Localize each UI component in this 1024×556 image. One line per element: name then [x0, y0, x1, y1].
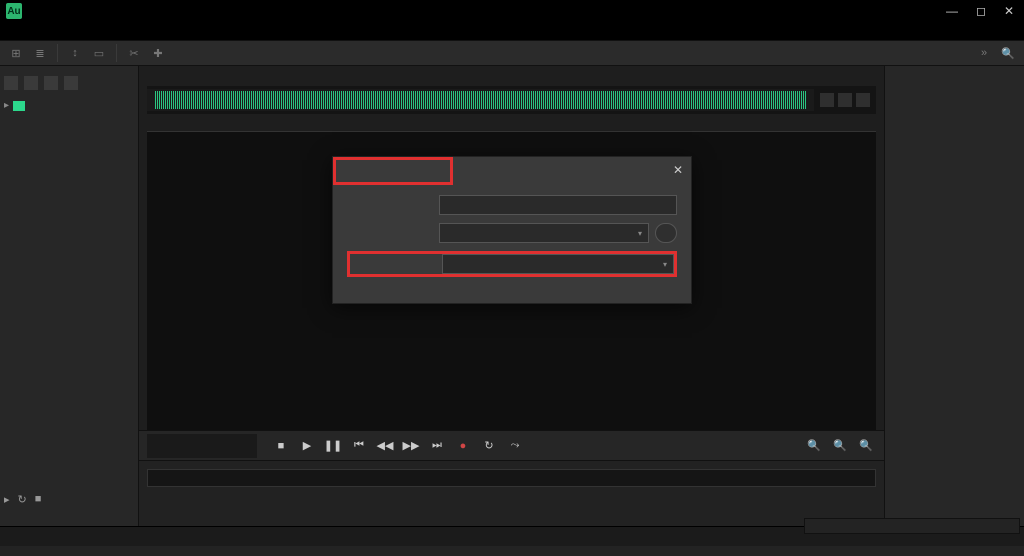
menubar — [0, 22, 1024, 40]
level-meter — [147, 469, 876, 487]
panel-icon[interactable] — [64, 76, 78, 90]
tool-icon[interactable]: ▭ — [89, 43, 109, 63]
right-panel — [884, 66, 1024, 526]
play-button[interactable]: ▶ — [297, 436, 317, 456]
location-select[interactable]: ▾ — [439, 223, 649, 243]
levels-panel — [139, 460, 884, 526]
ov-icon[interactable] — [856, 93, 870, 107]
loop-icon[interactable]: ↻ — [18, 493, 27, 506]
save-as-dialog: ✕ ▾ ▾ — [332, 156, 692, 304]
panel-icon[interactable] — [44, 76, 58, 90]
play-icon[interactable]: ▸ — [4, 493, 10, 506]
browse-button[interactable] — [655, 223, 677, 243]
ov-icon[interactable] — [820, 93, 834, 107]
skip-sel-button[interactable]: ⤳ — [505, 436, 525, 456]
waveform-mode-icon[interactable]: ⊞ — [6, 43, 26, 63]
app-logo-icon: Au — [6, 3, 22, 19]
zoom-icon[interactable]: 🔍 — [856, 436, 876, 456]
stop-button[interactable]: ■ — [271, 436, 291, 456]
stop-icon[interactable]: ■ — [35, 493, 42, 506]
skip-fwd-button[interactable]: ⏭ — [427, 436, 447, 456]
file-list-item[interactable]: ▸ — [4, 98, 134, 113]
waveform-icon — [13, 101, 25, 111]
chevron-down-icon: ▾ — [638, 229, 642, 238]
dialog-close-icon[interactable]: ✕ — [673, 163, 683, 177]
format-select[interactable]: ▾ — [442, 254, 674, 274]
forward-button[interactable]: ▶▶ — [401, 436, 421, 456]
ov-icon[interactable] — [838, 93, 852, 107]
search-icon[interactable]: 🔍 — [998, 43, 1018, 63]
titlebar: Au — ◻ ✕ — [0, 0, 1024, 22]
multitrack-mode-icon[interactable]: ≣ — [30, 43, 50, 63]
skip-back-button[interactable]: ⏮ — [349, 436, 369, 456]
loop-button[interactable]: ↻ — [479, 436, 499, 456]
selection-info — [804, 518, 1020, 534]
files-panel: ▸ ▸ ↻ ■ — [0, 66, 139, 526]
tool-icon[interactable]: ↕ — [65, 43, 85, 63]
zoom-icon[interactable]: 🔍 — [804, 436, 824, 456]
timeline-ruler[interactable] — [147, 116, 876, 132]
panel-icon[interactable] — [24, 76, 38, 90]
close-icon[interactable]: ✕ — [1004, 4, 1014, 18]
expand-icon[interactable]: ▸ — [4, 100, 9, 111]
heal-icon[interactable]: ✚ — [148, 43, 168, 63]
toolbar: ⊞ ≣ ↕ ▭ ✂ ✚ » 🔍 — [0, 40, 1024, 66]
transport-controls: ■ ▶ ❚❚ ⏮ ◀◀ ▶▶ ⏭ ● ↻ ⤳ 🔍 🔍 🔍 — [139, 430, 884, 460]
filename-input[interactable] — [439, 195, 677, 215]
rewind-button[interactable]: ◀◀ — [375, 436, 395, 456]
cut-icon[interactable]: ✂ — [124, 43, 144, 63]
minimize-icon[interactable]: — — [946, 4, 958, 18]
dialog-title — [333, 157, 453, 185]
record-button[interactable]: ● — [453, 436, 473, 456]
maximize-icon[interactable]: ◻ — [976, 4, 986, 18]
panel-icon[interactable] — [4, 76, 18, 90]
pause-button[interactable]: ❚❚ — [323, 436, 343, 456]
chevron-down-icon: ▾ — [663, 260, 667, 269]
zoom-icon[interactable]: 🔍 — [830, 436, 850, 456]
overview-waveform[interactable] — [147, 86, 876, 114]
timecode-display[interactable] — [147, 434, 257, 458]
more-icon[interactable]: » — [974, 43, 994, 63]
